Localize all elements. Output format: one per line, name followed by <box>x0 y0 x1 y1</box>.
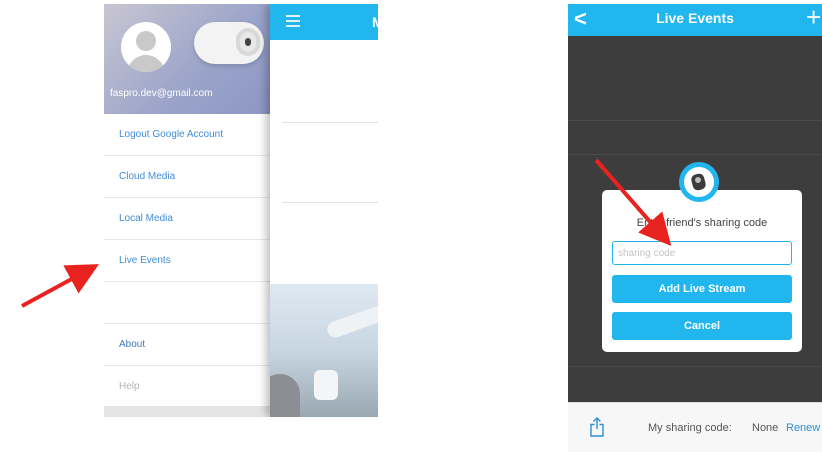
arrow-to-live-events <box>21 264 100 308</box>
arrow-to-sharing-code-input <box>594 158 672 247</box>
annotation-arrows <box>21 158 672 308</box>
